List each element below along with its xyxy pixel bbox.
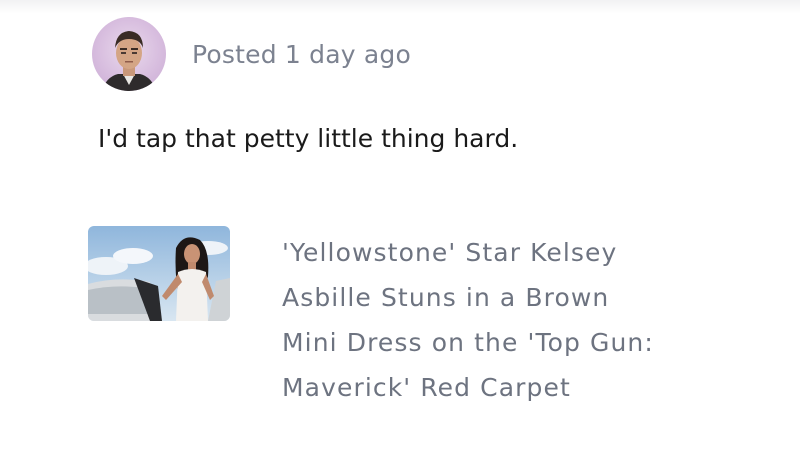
headline-line: 'Yellowstone' Star Kelsey — [282, 238, 618, 267]
comment-card: Posted 1 day ago I'd tap that petty litt… — [0, 0, 800, 457]
headline-line: Asbille Stuns in a Brown — [282, 283, 610, 312]
article-photo-icon — [88, 226, 230, 321]
headline-line: Maverick' Red Carpet — [282, 373, 571, 402]
comment-timestamp: Posted 1 day ago — [192, 39, 411, 69]
related-article[interactable]: 'Yellowstone' Star Kelsey Asbille Stuns … — [88, 226, 722, 410]
article-headline[interactable]: 'Yellowstone' Star Kelsey Asbille Stuns … — [282, 230, 722, 410]
comment-header: Posted 1 day ago — [92, 16, 411, 92]
avatar-portrait-icon — [102, 31, 156, 91]
user-avatar[interactable] — [92, 17, 166, 91]
article-thumbnail[interactable] — [88, 226, 230, 321]
headline-line: Mini Dress on the 'Top Gun: — [282, 328, 654, 357]
comment-text: I'd tap that petty little thing hard. — [98, 124, 519, 153]
